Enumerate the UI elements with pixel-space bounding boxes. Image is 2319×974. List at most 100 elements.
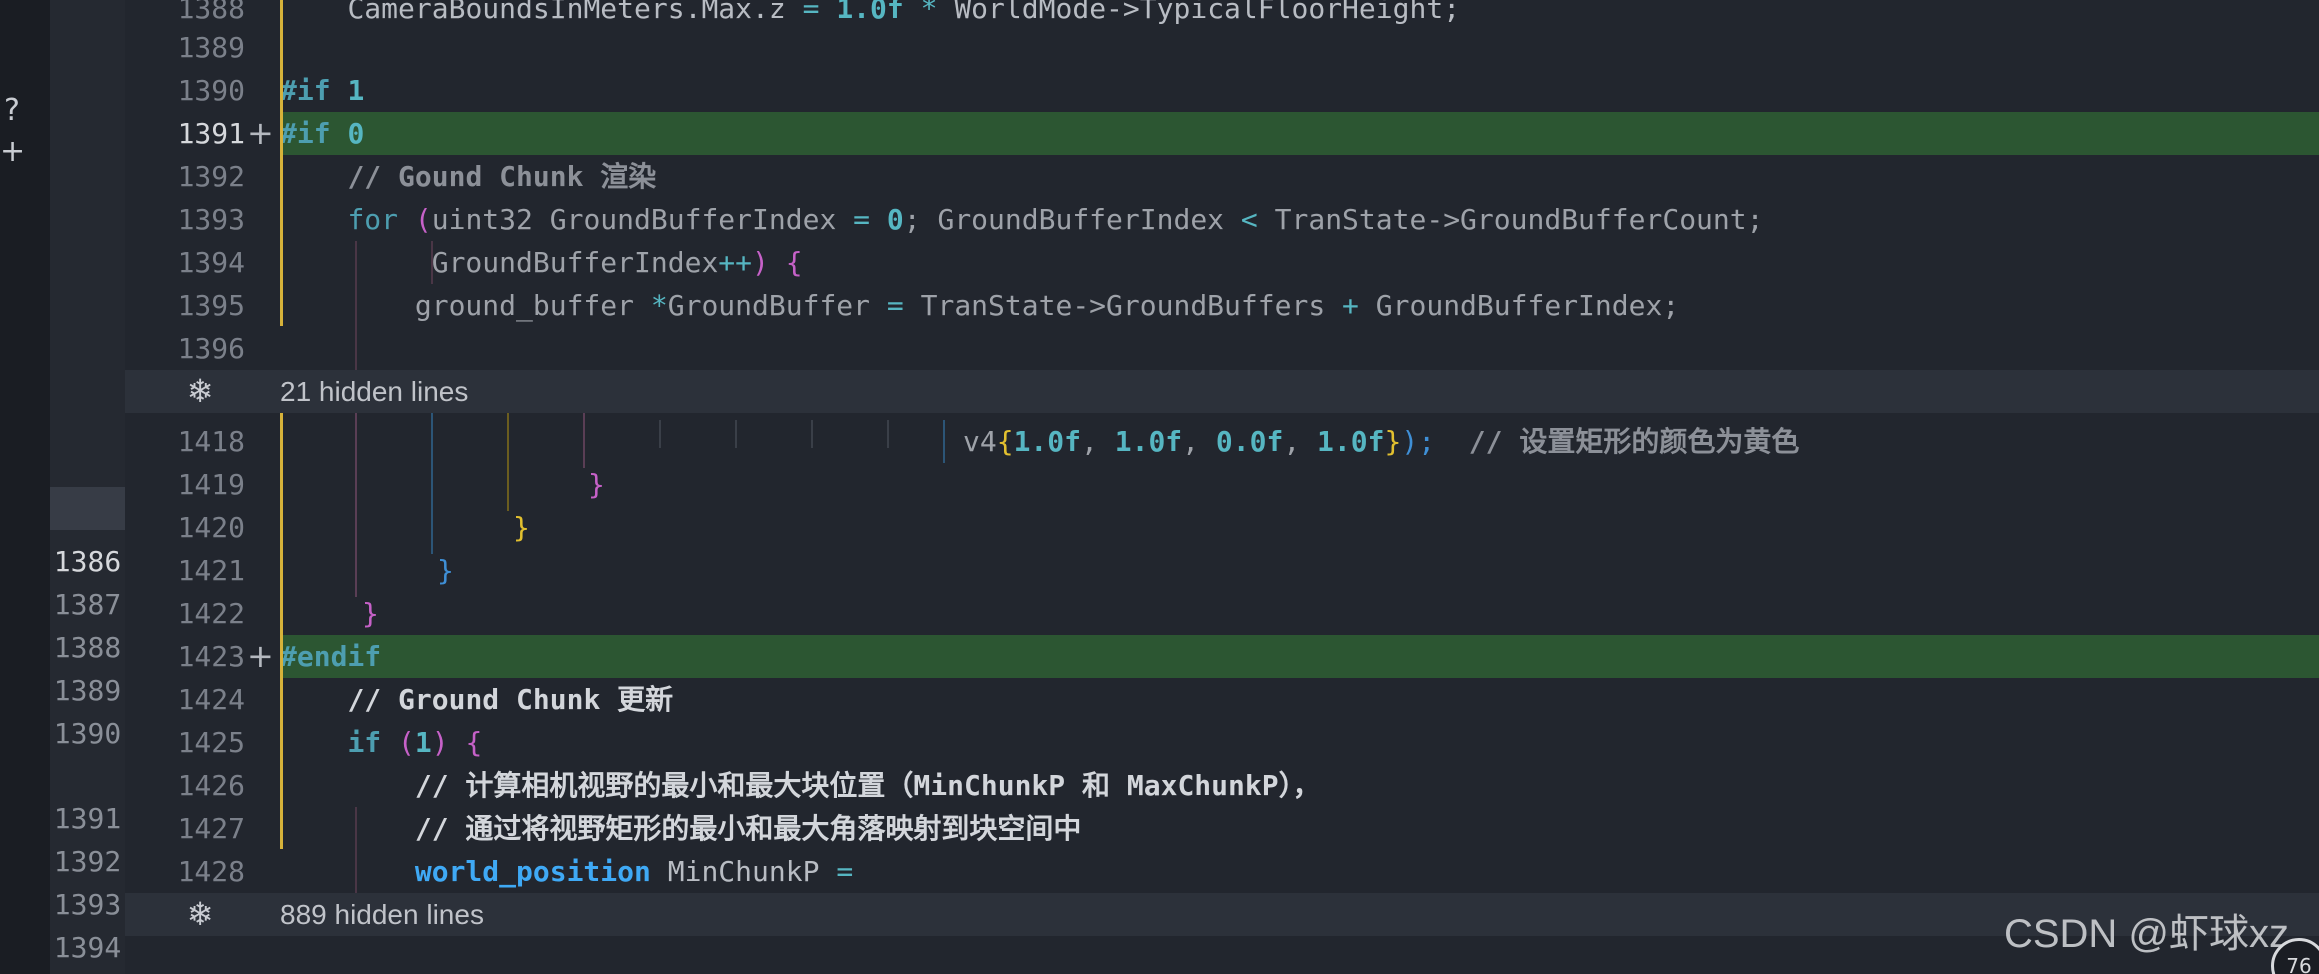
code-token: ; GroundBufferIndex bbox=[903, 203, 1241, 236]
code-line[interactable]: // Ground Chunk 更新 bbox=[280, 678, 2319, 721]
indent-guide bbox=[355, 413, 357, 597]
code-line-added[interactable]: #if 0 bbox=[280, 112, 2319, 155]
indent-guide bbox=[507, 413, 509, 511]
code-token: 1 bbox=[414, 726, 432, 759]
line-number: 1391 bbox=[177, 117, 245, 150]
code-token: GroundBufferIndex bbox=[431, 246, 719, 279]
old-line-number: 1389 bbox=[53, 674, 122, 707]
code-token: = bbox=[886, 289, 921, 322]
old-line-number: 1392 bbox=[53, 845, 122, 878]
change-bar bbox=[280, 0, 283, 326]
left-activity-strip: ? + bbox=[0, 0, 50, 974]
help-icon[interactable]: ? bbox=[0, 96, 24, 126]
code-token: v4 bbox=[963, 425, 997, 458]
old-gutter-highlight bbox=[50, 487, 125, 530]
code-token: = bbox=[802, 0, 837, 25]
code-line[interactable]: } bbox=[280, 506, 2319, 549]
code-token: 0 bbox=[886, 203, 904, 236]
old-line-number: 1390 bbox=[53, 717, 122, 750]
line-number: 1390 bbox=[177, 74, 245, 107]
code-line[interactable]: ground_buffer *GroundBuffer = TranState-… bbox=[280, 284, 2319, 327]
code-line[interactable]: v4{1.0f, 1.0f, 0.0f, 1.0f}); // 设置矩形的颜色为… bbox=[280, 420, 2319, 463]
indent-guide bbox=[431, 413, 433, 554]
code-line[interactable]: } bbox=[280, 463, 2319, 506]
code-line[interactable]: #if 1 bbox=[280, 69, 2319, 112]
code-token: 0.0f bbox=[1215, 425, 1284, 458]
indent-guide bbox=[431, 241, 433, 284]
code-token: ) bbox=[752, 246, 786, 279]
indent-guide bbox=[943, 420, 945, 463]
code-comment: // Gound Chunk 渲染 bbox=[347, 160, 657, 193]
line-number: 1427 bbox=[177, 812, 245, 845]
code-token: * bbox=[920, 0, 955, 25]
code-token: { bbox=[465, 726, 483, 759]
code-token: uint32 GroundBufferIndex bbox=[431, 203, 854, 236]
code-token: ground_buffer bbox=[414, 289, 651, 322]
folded-region[interactable]: ❄ 889 hidden lines bbox=[125, 893, 2319, 936]
code-token: } bbox=[588, 468, 605, 501]
code-line-added[interactable]: #endif bbox=[280, 635, 2319, 678]
old-line-number: 1388 bbox=[53, 631, 122, 664]
code-token: , bbox=[1182, 425, 1216, 458]
line-number: 1419 bbox=[177, 468, 245, 501]
old-line-number: 1387 bbox=[53, 588, 122, 621]
code-comment: // 通过将视野矩形的最小和最大角落映射到块空间中 bbox=[414, 812, 1082, 845]
unfold-icon[interactable]: ❄ bbox=[185, 370, 215, 413]
code-token: #if bbox=[280, 74, 348, 107]
add-icon[interactable]: + bbox=[0, 137, 25, 167]
code-line[interactable]: // 计算相机视野的最小和最大块位置（MinChunkP 和 MaxChunkP… bbox=[280, 764, 2319, 807]
code-token: WorldMode->TypicalFloorHeight; bbox=[954, 0, 1461, 25]
hidden-lines-label[interactable]: 889 hidden lines bbox=[280, 893, 484, 936]
old-line-number: 1391 bbox=[53, 802, 122, 835]
code-line[interactable]: // Gound Chunk 渲染 bbox=[280, 155, 2319, 198]
code-line[interactable]: if (1) { bbox=[280, 721, 2319, 764]
code-token: = bbox=[836, 855, 854, 888]
code-token: , bbox=[1283, 425, 1318, 458]
unfold-icon[interactable]: ❄ bbox=[185, 893, 215, 936]
folded-region[interactable]: ❄ 21 hidden lines bbox=[125, 370, 2319, 413]
code-line[interactable]: } bbox=[280, 549, 2319, 592]
code-token: #endif bbox=[280, 640, 382, 673]
added-line-marker: + bbox=[247, 114, 274, 152]
indent-guide bbox=[811, 420, 813, 448]
code-token: ( bbox=[414, 203, 432, 236]
code-token: < bbox=[1240, 203, 1275, 236]
code-line[interactable]: CameraBoundsInMeters.Max.z = 1.0f * Worl… bbox=[280, 0, 2319, 30]
line-number: 1420 bbox=[177, 511, 245, 544]
code-view[interactable]: CameraBoundsInMeters.Max.z = 1.0f * Worl… bbox=[280, 0, 2319, 974]
watermark: CSDN @虾球xz bbox=[2003, 912, 2289, 956]
code-token: 1 bbox=[347, 74, 365, 107]
code-token: TranState->GroundBufferCount; bbox=[1274, 203, 1764, 236]
code-token: } bbox=[362, 597, 379, 630]
line-number: 1426 bbox=[177, 769, 245, 802]
code-line[interactable]: } bbox=[280, 592, 2319, 635]
code-token: * bbox=[650, 289, 668, 322]
hidden-lines-label[interactable]: 21 hidden lines bbox=[280, 370, 468, 413]
code-comment: // 计算相机视野的最小和最大块位置（MinChunkP 和 MaxChunkP… bbox=[414, 769, 1321, 802]
code-token: TranState->GroundBuffers bbox=[920, 289, 1343, 322]
code-token: #if bbox=[280, 117, 348, 150]
indent-guide bbox=[355, 241, 357, 370]
code-line[interactable]: for (uint32 GroundBufferIndex = 0; Groun… bbox=[280, 198, 2319, 241]
indent-guide bbox=[735, 420, 737, 448]
code-token: } bbox=[1384, 425, 1402, 458]
code-token: GroundBuffer bbox=[667, 289, 887, 322]
diff-editor: ? + 1386 1387 1388 1389 1390 1391 1392 1… bbox=[0, 0, 2319, 974]
code-line[interactable]: // 通过将视野矩形的最小和最大角落映射到块空间中 bbox=[280, 807, 2319, 850]
code-line[interactable]: GroundBufferIndex++) { bbox=[280, 241, 2319, 284]
code-token: 1.0f bbox=[1013, 425, 1082, 458]
code-token: ( bbox=[398, 726, 415, 759]
code-token: 1.0f bbox=[1114, 425, 1183, 458]
code-token: ); bbox=[1401, 425, 1469, 458]
line-number: 1421 bbox=[177, 554, 245, 587]
code-line[interactable]: world_position MinChunkP = bbox=[280, 850, 2319, 893]
line-number: 1425 bbox=[177, 726, 245, 759]
code-token: } bbox=[437, 554, 454, 587]
line-number: 1428 bbox=[177, 855, 245, 888]
code-token: if bbox=[347, 726, 399, 759]
added-line-marker: + bbox=[247, 637, 274, 675]
old-line-number: 1386 bbox=[53, 545, 122, 578]
line-number: 1394 bbox=[177, 246, 245, 279]
code-comment: // Ground Chunk 更新 bbox=[347, 683, 674, 716]
line-number: 1424 bbox=[177, 683, 245, 716]
